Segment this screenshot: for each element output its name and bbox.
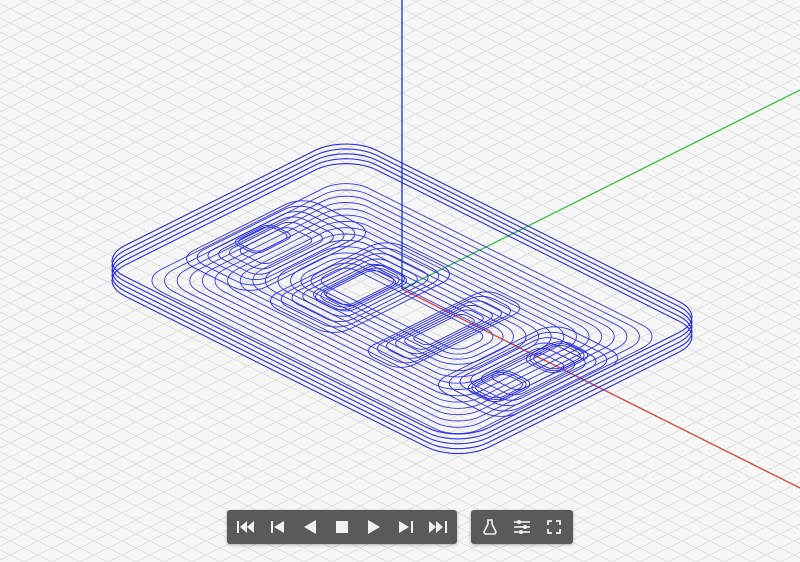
step-back-icon bbox=[271, 520, 285, 534]
stop-button[interactable] bbox=[331, 516, 353, 538]
expand-icon bbox=[547, 520, 561, 534]
flask-icon bbox=[483, 519, 497, 535]
simulate-button[interactable] bbox=[479, 516, 501, 538]
expand-button[interactable] bbox=[543, 516, 565, 538]
sliders-icon bbox=[514, 520, 530, 534]
skip-fwd-full-icon bbox=[429, 520, 447, 534]
view-tools bbox=[471, 510, 573, 544]
play-rev-button[interactable] bbox=[299, 516, 321, 538]
skip-end-button[interactable] bbox=[427, 516, 449, 538]
stop-icon bbox=[336, 521, 348, 533]
settings-button[interactable] bbox=[511, 516, 533, 538]
play-button[interactable] bbox=[363, 516, 385, 538]
skip-start-button[interactable] bbox=[235, 516, 257, 538]
transport-controls bbox=[227, 510, 457, 544]
cnc-viewport[interactable] bbox=[0, 0, 800, 562]
play-icon bbox=[368, 520, 380, 534]
play-rev-icon bbox=[304, 520, 316, 534]
step-back-button[interactable] bbox=[267, 516, 289, 538]
step-fwd-icon bbox=[399, 520, 413, 534]
bottom-toolbar bbox=[227, 510, 573, 544]
skip-back-full-icon bbox=[237, 520, 255, 534]
step-fwd-button[interactable] bbox=[395, 516, 417, 538]
canvas[interactable] bbox=[0, 0, 800, 562]
